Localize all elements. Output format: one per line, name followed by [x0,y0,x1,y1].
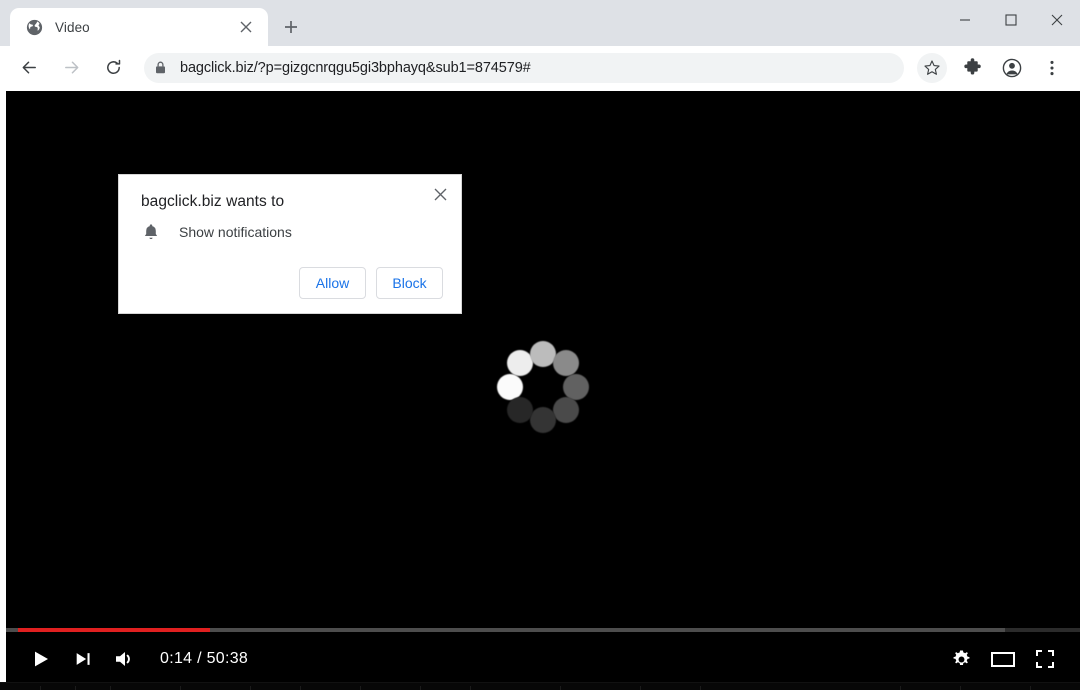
back-button-icon[interactable] [12,51,46,85]
permission-label: Show notifications [179,224,292,240]
close-tab-icon[interactable] [234,15,258,39]
tab-strip: Video [0,0,1080,46]
bookmark-star-icon[interactable] [917,52,947,83]
close-icon[interactable] [1034,0,1080,40]
taskbar-tick [75,686,76,690]
notification-permission-dialog[interactable]: bagclick.biz wants to Show notifications… [118,174,462,314]
permission-dialog-actions: Allow Block [299,267,443,299]
spinner-dot [530,340,556,367]
desktop-taskbar-edge [0,682,1080,690]
taskbar-tick [420,686,421,690]
taskbar-tick [960,686,961,690]
fullscreen-icon[interactable] [1024,638,1066,680]
video-controls-bar: 0:14 / 50:38 [6,624,1080,682]
taskbar-tick [360,686,361,690]
taskbar-tick [470,686,471,690]
volume-icon[interactable] [104,638,146,680]
taskbar-tick [560,686,561,690]
minimize-icon[interactable] [942,0,988,40]
spinner-dot [553,396,580,423]
globe-icon [26,19,43,36]
play-icon[interactable] [20,638,62,680]
video-played-range [18,628,211,632]
spinner-dot [497,373,523,400]
taskbar-tick [1030,686,1031,690]
forward-button-icon [54,51,88,85]
spinner-dot [553,350,580,377]
taskbar-tick [40,686,41,690]
permission-dialog-title: bagclick.biz wants to [141,193,285,210]
settings-gear-icon[interactable] [940,638,982,680]
browser-screenshot: Video bagclick.biz/?p=gizgcnrqgu5gi3bpha… [0,0,1080,690]
reload-button-icon[interactable] [96,51,130,85]
address-bar[interactable]: bagclick.biz/?p=gizgcnrqgu5gi3bphayq&sub… [144,52,904,83]
chrome-menu-icon[interactable] [1037,53,1067,83]
taskbar-tick [640,686,641,690]
chrome-browser-window: Video bagclick.biz/?p=gizgcnrqgu5gi3bpha… [0,0,1080,682]
profile-avatar-icon[interactable] [997,53,1027,83]
spinner-dot [563,373,589,400]
loading-spinner-icon [495,339,591,435]
allow-button[interactable]: Allow [299,267,366,299]
spinner-dot [506,396,533,423]
maximize-icon[interactable] [988,0,1034,40]
video-progress-bar[interactable] [6,628,1080,632]
close-icon[interactable] [427,181,453,207]
window-controls [942,0,1080,40]
spinner-dot [506,350,533,377]
taskbar-tick [110,686,111,690]
spinner-dot [530,406,556,433]
browser-toolbar: bagclick.biz/?p=gizgcnrqgu5gi3bphayq&sub… [0,46,1080,90]
taskbar-tick [700,686,701,690]
permission-request-row: Show notifications [141,222,292,242]
new-tab-button[interactable] [274,10,308,44]
taskbar-tick [300,686,301,690]
tab-title: Video [55,19,90,35]
page-content-area: 0:14 / 50:38 bagclick.biz wants to Show … [0,90,1080,682]
taskbar-tick [250,686,251,690]
browser-tab-video[interactable]: Video [10,8,268,46]
video-time-display: 0:14 / 50:38 [160,650,249,667]
block-button[interactable]: Block [376,267,443,299]
address-bar-url[interactable]: bagclick.biz/?p=gizgcnrqgu5gi3bphayq&sub… [174,60,531,76]
video-controls-row: 0:14 / 50:38 [6,636,1080,682]
extensions-puzzle-icon[interactable] [957,53,987,83]
next-track-icon[interactable] [62,638,104,680]
taskbar-tick [180,686,181,690]
taskbar-tick [900,686,901,690]
bell-icon [141,222,161,242]
theater-mode-icon[interactable] [982,638,1024,680]
lock-icon[interactable] [146,54,174,82]
